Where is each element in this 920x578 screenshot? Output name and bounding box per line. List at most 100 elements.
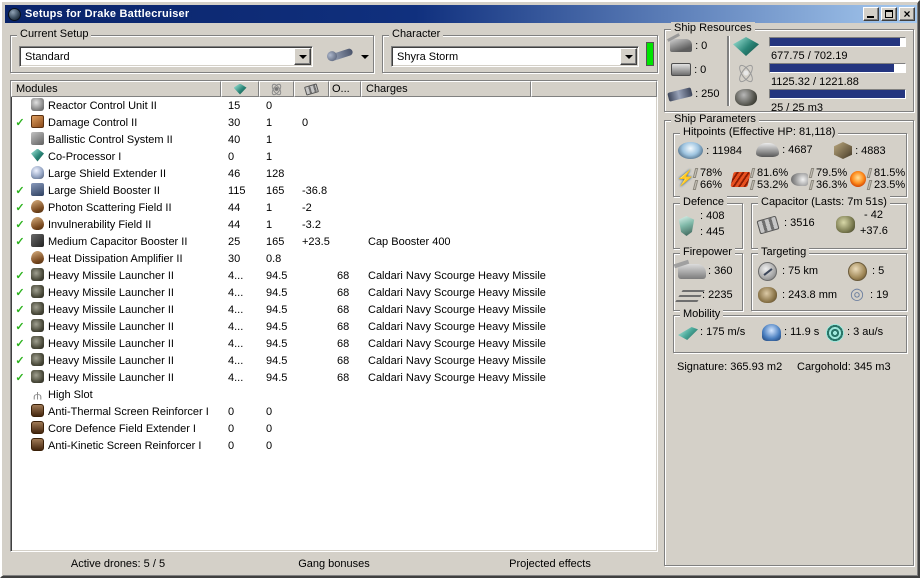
module-name: Heat Dissipation Amplifier II bbox=[48, 252, 183, 265]
titlebar[interactable]: Setups for Drake Battlecruiser × bbox=[5, 5, 917, 23]
table-row[interactable]: ✓ Heavy Missile Launcher II 4... 94.5 68 Cald… bbox=[12, 352, 656, 369]
minimize-button[interactable] bbox=[863, 7, 879, 21]
defence-group: Defence : 408 : 445 bbox=[673, 196, 743, 249]
module-cpu: 15 bbox=[228, 99, 241, 112]
module-icon-launcher bbox=[31, 284, 44, 298]
hitpoints-group: Hitpoints (Effective HP: 81,118) : 11984… bbox=[673, 126, 907, 197]
table-row[interactable]: ✓ Heavy Missile Launcher II 4... 94.5 68 Cald… bbox=[12, 267, 656, 284]
fitted-check-icon: ✓ bbox=[15, 338, 25, 350]
launcher-hardpoints-value: : 0 bbox=[694, 63, 707, 76]
module-cpu: 0 bbox=[228, 439, 235, 452]
scan-resolution-icon bbox=[758, 287, 777, 303]
tab-active-drones[interactable]: Active drones: 5 / 5 bbox=[10, 555, 226, 574]
fitted-check-icon: ✓ bbox=[15, 304, 25, 316]
table-row[interactable]: ✓ Medium Capacitor Booster II 25 165 +23.5 Ca… bbox=[12, 233, 656, 250]
tab-gang-bonuses[interactable]: Gang bonuses bbox=[226, 555, 442, 574]
cpu-bar bbox=[769, 37, 906, 47]
module-name: Heavy Missile Launcher II bbox=[48, 269, 174, 282]
module-icon-launcher bbox=[31, 335, 44, 349]
character-select[interactable]: Shyra Storm bbox=[391, 46, 639, 67]
volley-icon bbox=[678, 264, 706, 279]
module-icon-rig bbox=[31, 437, 44, 451]
maximize-button[interactable] bbox=[881, 7, 897, 21]
column-header-capacitor[interactable] bbox=[294, 81, 329, 97]
table-row[interactable]: Anti-Kinetic Screen Reinforcer I 0 0 bbox=[12, 437, 656, 454]
module-overload: 68 bbox=[337, 354, 350, 367]
module-powergrid: 128 bbox=[266, 167, 285, 180]
module-overload: 68 bbox=[337, 269, 350, 282]
capacitor-delta-value: - 42 bbox=[864, 209, 883, 221]
table-row[interactable]: Anti-Thermal Screen Reinforcer I 0 0 bbox=[12, 403, 656, 420]
table-row[interactable]: Reactor Control Unit II 15 0 bbox=[12, 97, 656, 114]
module-name: Reactor Control Unit II bbox=[48, 99, 157, 112]
module-name: Heavy Missile Launcher II bbox=[48, 354, 174, 367]
table-row[interactable]: Core Defence Field Extender I 0 0 bbox=[12, 420, 656, 437]
table-row[interactable]: ✓ Heavy Missile Launcher II 4... 94.5 68 Cald… bbox=[12, 335, 656, 352]
setup-select[interactable]: Standard bbox=[19, 46, 313, 67]
column-header-cpu[interactable] bbox=[221, 81, 259, 97]
table-row[interactable]: ✓ Heavy Missile Launcher II 4... 94.5 68 Cald… bbox=[12, 301, 656, 318]
kinetic-resist-icon bbox=[791, 172, 808, 186]
module-overload: 68 bbox=[337, 337, 350, 350]
table-row[interactable]: Ψ High Slot bbox=[12, 386, 656, 403]
hull-hp-value: : 4883 bbox=[855, 144, 886, 157]
table-row[interactable]: ✓ Large Shield Booster II 115 165 -36.8 bbox=[12, 182, 656, 199]
table-row[interactable]: ✓ Invulnerability Field II 44 1 -3.2 bbox=[12, 216, 656, 233]
tab-projected-effects[interactable]: Projected effects bbox=[442, 555, 658, 574]
thermal-armor-resist: 23.5% bbox=[874, 179, 906, 191]
module-cpu: 30 bbox=[228, 252, 241, 265]
module-cpu: 30 bbox=[228, 116, 241, 129]
targeting-label: Targeting bbox=[758, 246, 810, 258]
table-row[interactable]: Heat Dissipation Amplifier II 30 0.8 bbox=[12, 250, 656, 267]
module-name: Damage Control II bbox=[48, 116, 138, 129]
table-row[interactable]: ✓ Heavy Missile Launcher II 4... 94.5 68 Cald… bbox=[12, 369, 656, 386]
mobility-group: Mobility : 175 m/s : 11.9 s : 3 au/s bbox=[673, 308, 907, 353]
fitted-check-icon: ✓ bbox=[15, 270, 25, 282]
column-header-powergrid[interactable] bbox=[259, 81, 294, 97]
capacitor-amount-value: : 3516 bbox=[784, 217, 815, 229]
character-dropdown-button[interactable] bbox=[620, 48, 637, 65]
module-charge: Cap Booster 400 bbox=[368, 235, 451, 248]
table-row[interactable]: Large Shield Extender II 46 128 bbox=[12, 165, 656, 182]
close-button[interactable]: × bbox=[899, 7, 915, 21]
fitted-check-icon: ✓ bbox=[15, 117, 25, 129]
fitted-check-icon: ✓ bbox=[15, 321, 25, 333]
module-charge: Caldari Navy Scourge Heavy Missile bbox=[368, 269, 546, 282]
module-cap-use: -36.8 bbox=[302, 184, 328, 197]
targeting-range-icon bbox=[758, 262, 777, 281]
character-group: Character Shyra Storm bbox=[382, 28, 658, 73]
setup-dropdown-button[interactable] bbox=[294, 48, 311, 65]
drone-usage-value: 25 / 25 m3 bbox=[771, 102, 823, 114]
column-header-overload[interactable]: O... bbox=[329, 81, 361, 97]
column-header-modules[interactable]: Modules bbox=[11, 81, 221, 97]
kinetic-shield-resist: 79.5% bbox=[816, 167, 848, 179]
table-row[interactable]: Co-Processor I 0 1 bbox=[12, 148, 656, 165]
module-icon-launcher bbox=[31, 352, 44, 366]
module-powergrid: 0.8 bbox=[266, 252, 282, 265]
warp-speed-icon bbox=[826, 324, 844, 342]
table-row[interactable]: ✓ Heavy Missile Launcher II 4... 94.5 68 Cald… bbox=[12, 318, 656, 335]
ship-resources-label: Ship Resources bbox=[671, 22, 755, 34]
kinetic-armor-resist: 36.3% bbox=[816, 179, 848, 191]
setup-tools-chevron-icon[interactable] bbox=[361, 55, 369, 59]
app-icon bbox=[8, 7, 21, 21]
em-armor-resist: 66% bbox=[700, 179, 723, 191]
table-row[interactable]: ✓ Photon Scattering Field II 44 1 -2 bbox=[12, 199, 656, 216]
table-row[interactable]: ✓ Damage Control II 30 1 0 bbox=[12, 114, 656, 131]
powergrid-icon bbox=[270, 83, 283, 95]
max-targets-value: : 5 bbox=[872, 265, 885, 277]
module-powergrid: 94.5 bbox=[266, 303, 288, 316]
table-row[interactable]: ✓ Heavy Missile Launcher II 4... 94.5 68 Cald… bbox=[12, 284, 656, 301]
column-header-charges[interactable]: Charges bbox=[361, 81, 531, 97]
thermal-shield-resist: 81.5% bbox=[874, 167, 906, 179]
module-icon-hardener bbox=[31, 199, 44, 213]
table-row[interactable]: Ballistic Control System II 40 1 bbox=[12, 131, 656, 148]
setup-tools-icon[interactable] bbox=[330, 47, 354, 62]
module-powergrid: 94.5 bbox=[266, 320, 288, 333]
current-setup-label: Current Setup bbox=[17, 28, 92, 40]
calibration-value: : 250 bbox=[695, 88, 720, 100]
shield-hp-value: : 11984 bbox=[706, 144, 742, 157]
calibration-icon bbox=[667, 86, 693, 102]
module-icon-reactor bbox=[31, 97, 44, 111]
cpu-icon bbox=[733, 37, 759, 56]
